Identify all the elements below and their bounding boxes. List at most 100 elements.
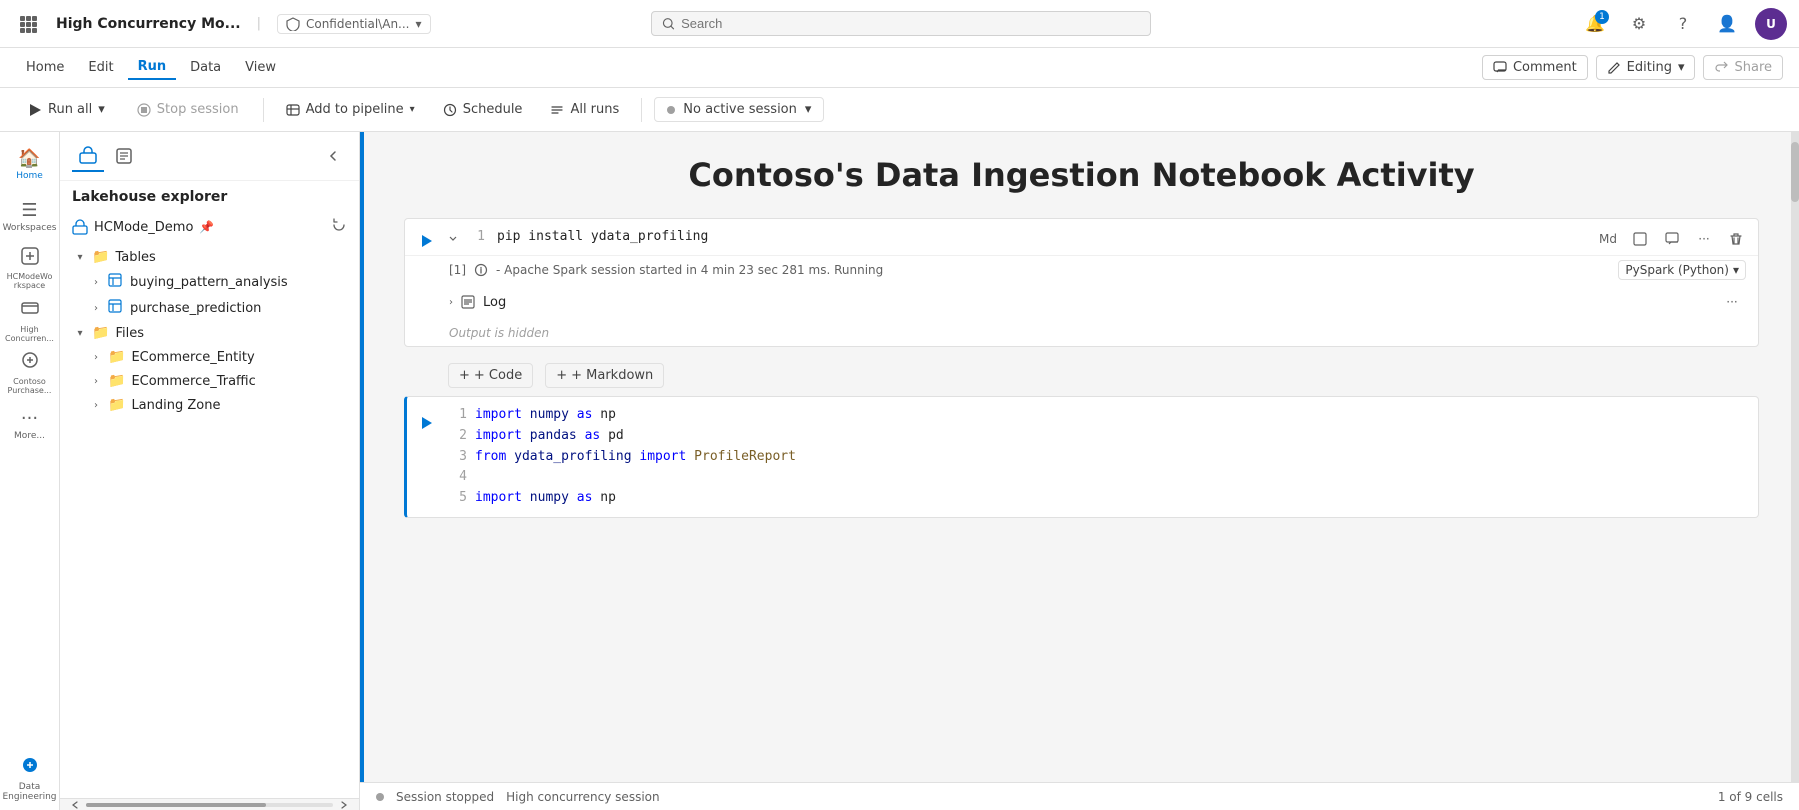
settings-button[interactable]: ⚙	[1623, 8, 1655, 40]
run-all-label: Run all	[48, 102, 92, 117]
code-line-3: 3 from ydata_profiling import ProfileRep…	[447, 447, 1746, 468]
tables-expand-icon: ▾	[72, 249, 88, 265]
share-button[interactable]: Share	[1703, 55, 1783, 80]
buying-pattern-label: buying_pattern_analysis	[130, 275, 288, 290]
cell-1: Md ···	[404, 218, 1759, 347]
all-runs-label: All runs	[570, 102, 619, 117]
editing-chevron: ▾	[1678, 60, 1685, 75]
files-folder-icon: 📁	[92, 325, 109, 341]
tree-item-tables[interactable]: ▾ 📁 Tables	[60, 245, 359, 269]
toolbar-separator-2	[641, 98, 642, 122]
menu-home[interactable]: Home	[16, 56, 74, 79]
notebook-scroll: Contoso's Data Ingestion Notebook Activi…	[360, 132, 1799, 782]
menu-run[interactable]: Run	[128, 55, 177, 80]
ecommerce-entity-folder-icon: 📁	[108, 349, 125, 365]
sidebar-item-workspaces[interactable]: ☰ Workspaces	[6, 192, 54, 240]
explorer-header	[60, 132, 359, 181]
explorer-tabs	[72, 140, 140, 172]
menu-bar: Home Edit Run Data View Comment Editing …	[0, 48, 1799, 88]
sidebar-hcmode-label: HCModeWorkspace	[7, 272, 53, 290]
log-more-icon[interactable]: ···	[1718, 288, 1746, 316]
cell-markdown-icon[interactable]: Md	[1594, 225, 1622, 253]
search-bar[interactable]	[651, 11, 1151, 36]
sidebar-item-high-concurren[interactable]: HighConcurren...	[6, 296, 54, 344]
menu-edit[interactable]: Edit	[78, 56, 123, 79]
app-grid-icon[interactable]	[12, 8, 44, 40]
all-runs-button[interactable]: All runs	[540, 98, 629, 121]
tree-item-buying-pattern[interactable]: › buying_pattern_analysis	[60, 269, 359, 295]
cell-more-icon[interactable]: ···	[1690, 225, 1718, 253]
ecommerce-traffic-label: ECommerce_Traffic	[131, 374, 255, 389]
scroll-left-icon[interactable]	[68, 798, 82, 810]
add-code-button[interactable]: + + Code	[448, 363, 533, 388]
cell-delete-icon[interactable]	[1722, 225, 1750, 253]
cell-1-content: 1 pip install ydata_profiling	[465, 227, 1750, 248]
cell-1-log-row[interactable]: › Log ···	[405, 284, 1758, 320]
lakehouse-row[interactable]: HCMode_Demo 📌	[60, 213, 359, 241]
landing-zone-folder-icon: 📁	[108, 397, 125, 413]
cell-2-code[interactable]: 1 import numpy as np 2 import pandas as …	[447, 405, 1758, 509]
avatar[interactable]: U	[1755, 8, 1787, 40]
sensitivity-badge[interactable]: Confidential\An... ▾	[277, 14, 431, 34]
buying-pattern-expand: ›	[88, 274, 104, 290]
explorer-scrollbar[interactable]	[60, 798, 359, 810]
menu-view[interactable]: View	[235, 56, 286, 79]
cell-1-code[interactable]: pip install ydata_profiling	[497, 227, 1750, 248]
cell-1-run-button[interactable]	[413, 227, 441, 255]
code-line-2: 2 import pandas as pd	[447, 426, 1746, 447]
no-active-session-button[interactable]: No active session ▾	[654, 97, 824, 122]
run-all-button[interactable]: Run all ▾	[16, 98, 117, 121]
cell-1-info-icon	[474, 263, 488, 277]
session-stopped-label: Session stopped	[396, 790, 494, 804]
sidebar-more-label: More...	[14, 431, 45, 441]
add-to-pipeline-button[interactable]: Add to pipeline ▾	[276, 98, 425, 121]
add-cell-row: + + Code + + Markdown	[404, 355, 1759, 396]
log-icon	[461, 295, 475, 309]
main-layout: 🏠 Home ☰ Workspaces HCModeWorkspace High…	[0, 132, 1799, 810]
schedule-button[interactable]: Schedule	[433, 98, 533, 121]
purchase-prediction-label: purchase_prediction	[130, 301, 261, 316]
sidebar-item-data-engineering[interactable]: Data Engineering	[6, 754, 54, 802]
explorer-tab-lakehouse[interactable]	[72, 140, 104, 172]
explorer-tab-files[interactable]	[108, 140, 140, 172]
help-button[interactable]: ?	[1667, 8, 1699, 40]
tree-container: ▾ 📁 Tables › buying_pattern_analysis › p…	[60, 241, 359, 798]
tree-item-landing-zone[interactable]: › 📁 Landing Zone	[60, 393, 359, 417]
stop-session-button[interactable]: Stop session	[125, 98, 251, 121]
account-button[interactable]: 👤	[1711, 8, 1743, 40]
code-line-5: 5 import numpy as np	[447, 488, 1746, 509]
sidebar-item-hcmode[interactable]: HCModeWorkspace	[6, 244, 54, 292]
explorer-collapse-button[interactable]	[319, 142, 347, 170]
cell-1-exec-badge: [1]	[449, 263, 466, 277]
sensitivity-chevron: ▾	[416, 17, 422, 31]
vertical-scrollbar[interactable]	[1791, 132, 1799, 782]
sidebar-contoso-label: ContosoPurchase...	[8, 377, 52, 395]
purchase-prediction-expand: ›	[88, 300, 104, 316]
sync-button[interactable]	[331, 217, 347, 237]
log-expand-icon: ›	[449, 297, 453, 308]
high-concurren-icon	[20, 298, 40, 323]
sidebar-item-home[interactable]: 🏠 Home	[6, 140, 54, 188]
comment-button[interactable]: Comment	[1482, 55, 1588, 80]
cell-format-icon[interactable]	[1626, 225, 1654, 253]
tree-item-purchase-prediction[interactable]: › purchase_prediction	[60, 295, 359, 321]
cell-2-run-button[interactable]	[413, 409, 441, 437]
pyspark-select[interactable]: PySpark (Python) ▾	[1618, 260, 1746, 280]
tree-item-files[interactable]: ▾ 📁 Files	[60, 321, 359, 345]
tree-item-ecommerce-traffic[interactable]: › 📁 ECommerce_Traffic	[60, 369, 359, 393]
search-input[interactable]	[681, 16, 1140, 31]
cell-1-expand-button[interactable]	[441, 227, 465, 251]
menu-data[interactable]: Data	[180, 56, 231, 79]
files-label: Files	[115, 326, 144, 341]
scrollbar-v-thumb	[1791, 142, 1799, 202]
home-icon: 🏠	[18, 148, 40, 169]
tree-item-ecommerce-entity[interactable]: › 📁 ECommerce_Entity	[60, 345, 359, 369]
editing-button[interactable]: Editing ▾	[1596, 55, 1696, 80]
sidebar-item-contoso[interactable]: ContosoPurchase...	[6, 348, 54, 396]
add-markdown-button[interactable]: + + Markdown	[545, 363, 664, 388]
sidebar-item-more[interactable]: ··· More...	[6, 400, 54, 448]
notebook-area: Contoso's Data Ingestion Notebook Activi…	[360, 132, 1799, 810]
notification-button[interactable]: 🔔 1	[1579, 8, 1611, 40]
scroll-right-icon[interactable]	[337, 798, 351, 810]
cell-comment-icon[interactable]	[1658, 225, 1686, 253]
